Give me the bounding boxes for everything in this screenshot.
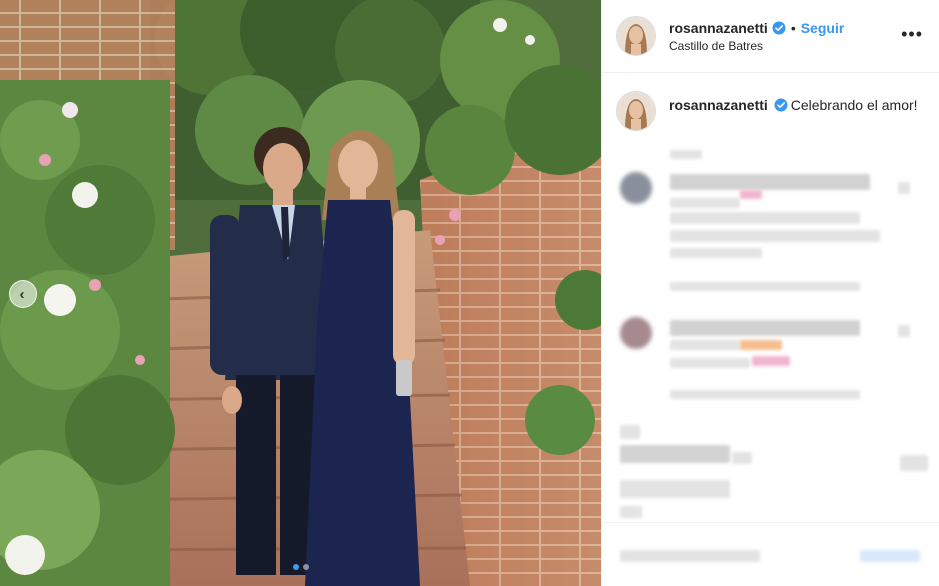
header-user-line: rosannazanetti • Seguir	[669, 20, 844, 36]
more-options-icon[interactable]: •••	[901, 25, 923, 43]
blurred-comment-line	[670, 358, 750, 368]
profile-picture-image	[617, 92, 655, 130]
blurred-comment-line	[670, 248, 762, 258]
blurred-emoji	[740, 190, 762, 199]
location-link[interactable]: Castillo de Batres	[669, 39, 763, 53]
blurred-comment-line	[670, 174, 870, 190]
carousel-dot-1	[292, 564, 299, 570]
caption-username[interactable]: rosannazanetti	[669, 97, 768, 113]
verified-badge-icon	[772, 21, 786, 35]
post-caption: rosannazanetti Celebrando el amor!	[669, 96, 919, 114]
wedding-photo-image	[0, 0, 601, 586]
carousel-prev-button[interactable]: ‹	[9, 280, 37, 308]
blurred-comment-line	[670, 320, 860, 336]
caption-avatar[interactable]	[616, 91, 656, 131]
blurred-comment-meta	[670, 390, 860, 399]
blurred-post-button[interactable]	[860, 550, 920, 562]
caption-text: Celebrando el amor!	[790, 97, 918, 113]
blurred-emoji	[752, 356, 790, 366]
post-photo[interactable]: ‹	[0, 0, 601, 586]
follow-button[interactable]: Seguir	[801, 20, 845, 36]
blurred-like-icon[interactable]	[898, 325, 910, 337]
blurred-comment-input[interactable]	[620, 550, 760, 562]
blurred-comment-line	[620, 425, 640, 439]
blurred-comment-line	[670, 198, 740, 208]
post-side-panel: rosannazanetti • Seguir Castillo de Batr…	[601, 0, 939, 586]
blurred-comment-line	[670, 340, 740, 350]
blurred-emoji	[740, 340, 782, 350]
avatar[interactable]	[616, 16, 656, 56]
comment-avatar[interactable]	[620, 172, 652, 204]
carousel-prev-icon: ‹	[19, 285, 25, 303]
blurred-comment-line	[732, 452, 752, 464]
profile-picture-image	[617, 17, 655, 55]
carousel-indicator	[0, 564, 601, 570]
blurred-comment-line	[670, 212, 860, 224]
blurred-comment-line	[620, 506, 642, 518]
blurred-like-icon[interactable]	[898, 182, 910, 194]
blurred-timestamp	[670, 150, 702, 159]
blurred-comment-line	[620, 480, 730, 498]
post-header: rosannazanetti • Seguir Castillo de Batr…	[602, 0, 939, 73]
verified-badge-icon	[774, 98, 788, 112]
username-link[interactable]: rosannazanetti	[669, 20, 768, 36]
blurred-comment-meta	[670, 282, 860, 291]
blurred-comment-line	[900, 455, 928, 471]
blurred-comment-line	[620, 445, 730, 463]
separator-dot: •	[790, 20, 796, 36]
comment-avatar[interactable]	[620, 317, 652, 349]
comment-box-divider	[602, 522, 939, 523]
blurred-comment-line	[670, 230, 880, 242]
carousel-dot-2	[302, 564, 309, 570]
